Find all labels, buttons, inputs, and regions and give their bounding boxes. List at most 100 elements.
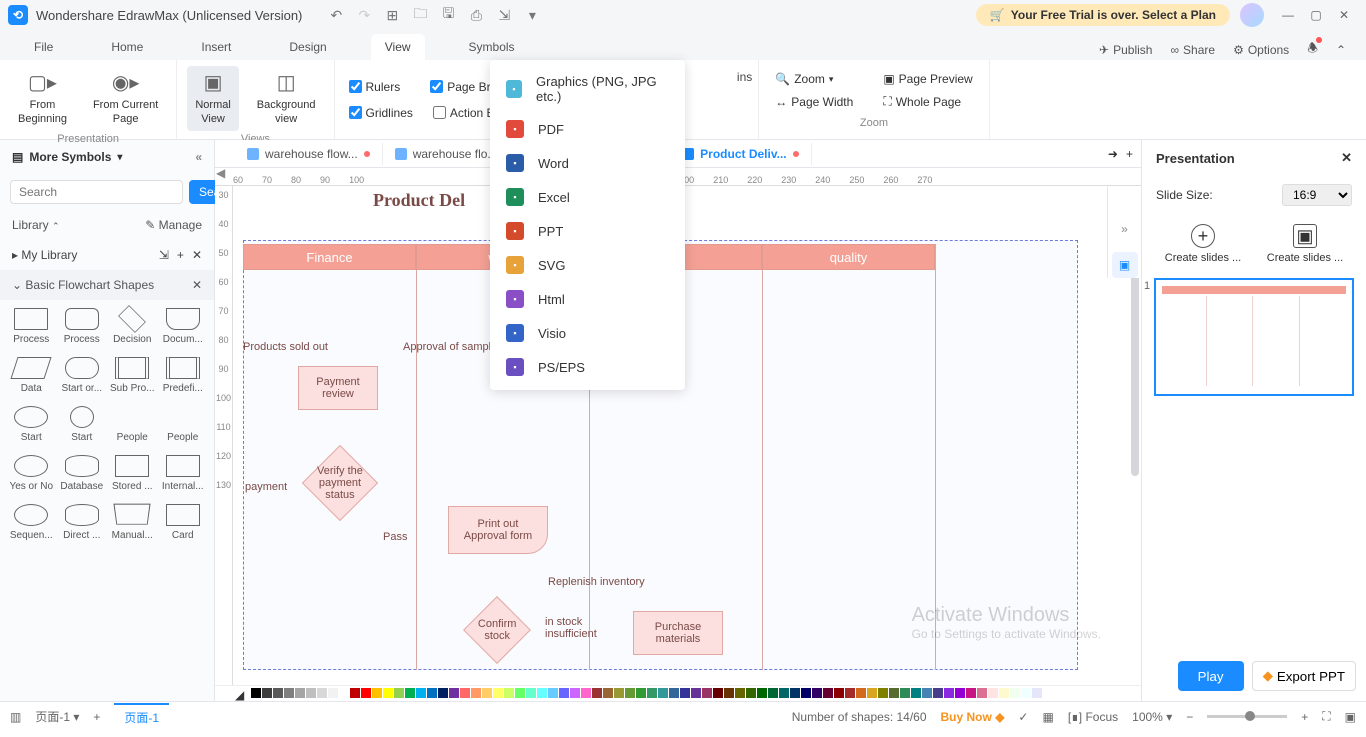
color-swatch[interactable] (493, 688, 503, 698)
color-swatch[interactable] (339, 688, 349, 698)
menu-design[interactable]: Design (275, 34, 340, 60)
play-button[interactable]: Play (1178, 661, 1244, 691)
export-ps-eps[interactable]: ▪PS/EPS (490, 350, 685, 384)
color-swatch[interactable] (889, 688, 899, 698)
import-icon[interactable]: ⇲ (159, 248, 169, 262)
eyedropper-icon[interactable]: ◢ (235, 688, 244, 699)
normal-view-button[interactable]: ▣Normal View (187, 66, 238, 131)
export-word[interactable]: ▪Word (490, 146, 685, 180)
color-swatch[interactable] (823, 688, 833, 698)
shape-process[interactable]: Process (8, 304, 55, 349)
color-swatch[interactable] (801, 688, 811, 698)
shape-start[interactable]: Start (8, 402, 55, 447)
redo-icon[interactable]: ↷ (352, 3, 376, 27)
notifications-icon[interactable]: 🕭 (1307, 39, 1318, 60)
color-swatch[interactable] (515, 688, 525, 698)
more-icon[interactable]: ▾ (520, 3, 544, 27)
color-swatch[interactable] (471, 688, 481, 698)
color-swatch[interactable] (735, 688, 745, 698)
color-swatch[interactable] (636, 688, 646, 698)
save-icon[interactable]: 🖫 (436, 3, 460, 27)
color-swatch[interactable] (724, 688, 734, 698)
color-swatch[interactable] (757, 688, 767, 698)
color-swatch[interactable] (614, 688, 624, 698)
menu-symbols[interactable]: Symbols (455, 34, 529, 60)
color-swatch[interactable] (658, 688, 668, 698)
menu-file[interactable]: File (20, 34, 67, 60)
basic-shapes-header[interactable]: ⌄ Basic Flowchart Shapes (12, 278, 154, 292)
from-beginning-button[interactable]: ▢▸From Beginning (10, 66, 75, 131)
shape-sequen-[interactable]: Sequen... (8, 500, 55, 545)
tab-next-icon[interactable]: ➜ (1108, 147, 1118, 161)
shape-print-approval[interactable]: Print out Approval form (448, 506, 548, 554)
spell-check-icon[interactable]: ✓ (1018, 710, 1028, 724)
shape-database[interactable]: Database (59, 451, 106, 496)
search-input[interactable] (10, 180, 183, 204)
color-swatch[interactable] (999, 688, 1009, 698)
tab-scroll-left[interactable]: ◀ (216, 166, 225, 180)
color-swatch[interactable] (625, 688, 635, 698)
from-current-button[interactable]: ◉▸From Current Page (85, 66, 166, 131)
user-avatar[interactable] (1240, 3, 1264, 27)
color-swatch[interactable] (284, 688, 294, 698)
color-swatch[interactable] (955, 688, 965, 698)
export-excel[interactable]: ▪Excel (490, 180, 685, 214)
color-swatch[interactable] (977, 688, 987, 698)
color-swatch[interactable] (526, 688, 536, 698)
shape-data[interactable]: Data (8, 353, 55, 398)
shape-people[interactable]: People (109, 402, 156, 447)
export-html[interactable]: ▪Html (490, 282, 685, 316)
shape-card[interactable]: Card (160, 500, 207, 545)
document-tab[interactable]: Product Deliv... (670, 143, 811, 165)
maximize-button[interactable]: ▢ (1302, 8, 1330, 22)
menu-view[interactable]: View (371, 34, 425, 60)
export-icon[interactable]: ⇲ (492, 3, 516, 27)
color-swatch[interactable] (933, 688, 943, 698)
new-icon[interactable]: ⊞ (380, 3, 404, 27)
add-icon[interactable]: + (177, 248, 184, 262)
shape-internal-[interactable]: Internal... (160, 451, 207, 496)
trial-banner[interactable]: 🛒 Your Free Trial is over. Select a Plan (976, 4, 1230, 26)
color-swatch[interactable] (504, 688, 514, 698)
color-swatch[interactable] (548, 688, 558, 698)
page-tab-1[interactable]: 页面-1 (114, 703, 169, 730)
page-list-icon[interactable]: ▥ (10, 710, 21, 724)
shape-start-or-[interactable]: Start or... (59, 353, 106, 398)
focus-button[interactable]: [∎] Focus (1068, 710, 1118, 724)
zoom-in-icon[interactable]: + (1301, 710, 1308, 724)
close-panel-icon[interactable]: ✕ (1341, 150, 1352, 166)
undo-icon[interactable]: ↶ (324, 3, 348, 27)
color-swatch[interactable] (449, 688, 459, 698)
export-visio[interactable]: ▪Visio (490, 316, 685, 350)
rulers-checkbox[interactable]: Rulers (349, 80, 401, 94)
color-swatch[interactable] (273, 688, 283, 698)
color-swatch[interactable] (1010, 688, 1020, 698)
color-swatch[interactable] (317, 688, 327, 698)
color-swatch[interactable] (559, 688, 569, 698)
color-swatch[interactable] (768, 688, 778, 698)
shape-sub-pro-[interactable]: Sub Pro... (109, 353, 156, 398)
color-swatch[interactable] (306, 688, 316, 698)
color-swatch[interactable] (779, 688, 789, 698)
publish-button[interactable]: ✈Publish (1099, 43, 1152, 57)
shape-people[interactable]: People (160, 402, 207, 447)
export-ppt[interactable]: ▪PPT (490, 214, 685, 248)
print-icon[interactable]: ⎙ (464, 3, 488, 27)
color-swatch[interactable] (581, 688, 591, 698)
shape-predefi-[interactable]: Predefi... (160, 353, 207, 398)
color-swatch[interactable] (295, 688, 305, 698)
color-swatch[interactable] (691, 688, 701, 698)
color-swatch[interactable] (361, 688, 371, 698)
share-button[interactable]: ∞Share (1170, 43, 1215, 57)
menu-insert[interactable]: Insert (187, 34, 245, 60)
color-swatch[interactable] (988, 688, 998, 698)
collapse-ribbon-icon[interactable]: ⌃ (1336, 43, 1346, 57)
new-tab-icon[interactable]: + (1126, 147, 1133, 161)
color-swatch[interactable] (537, 688, 547, 698)
export-graphics-png-jpg-etc-[interactable]: ▪Graphics (PNG, JPG etc.) (490, 66, 685, 112)
color-swatch[interactable] (350, 688, 360, 698)
fullscreen-icon[interactable]: ▣ (1345, 710, 1356, 724)
color-swatch[interactable] (878, 688, 888, 698)
canvas[interactable]: Product Del Finance ware se quality Prod… (233, 186, 1141, 685)
fit-icon[interactable]: ⛶ (1322, 709, 1330, 724)
